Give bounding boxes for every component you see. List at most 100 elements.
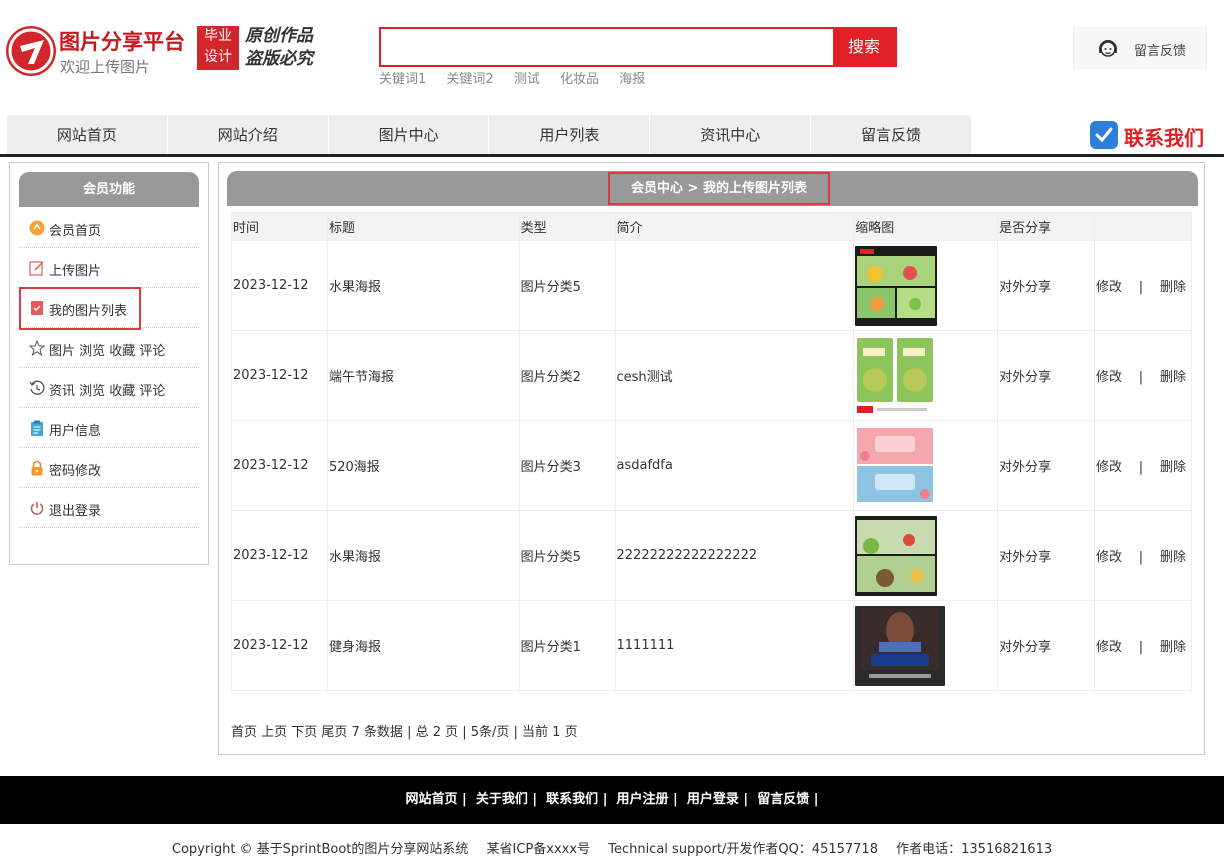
sidebar-item-my-images[interactable]: 我的图片列表: [19, 287, 199, 330]
hot-keyword-link[interactable]: 关键词1: [379, 72, 426, 87]
footer-link-login[interactable]: 用户登录: [687, 792, 739, 807]
cell-type: 图片分类1: [518, 600, 616, 691]
edit-link[interactable]: 修改: [1096, 546, 1122, 565]
footer-separator: |: [668, 792, 687, 807]
slogan-line: 盗版必究: [245, 49, 313, 69]
sidebar-item-change-password[interactable]: 密码修改: [19, 448, 199, 488]
sidebar-item-member-home[interactable]: 会员首页: [19, 208, 199, 248]
fruit-poster-thumbnail[interactable]: [855, 245, 938, 326]
cell-thumb: [853, 330, 999, 421]
cell-desc: asdafdfa: [614, 420, 855, 511]
nav-item-news[interactable]: 资讯中心: [650, 115, 812, 155]
cell-share: 对外分享: [997, 330, 1095, 421]
cell-title: 水果海报: [326, 510, 520, 601]
cell-thumb: [853, 600, 999, 691]
table-row: 2023-12-12 健身海报 图片分类1 1111111 对外分享 修改 | …: [231, 600, 1193, 691]
hot-keyword-link[interactable]: 海报: [619, 72, 645, 87]
author-phone: 作者电话：13516821613: [896, 842, 1053, 857]
footer-link-feedback[interactable]: 留言反馈: [757, 792, 809, 807]
sidebar-item-image-activity[interactable]: 图片 浏览 收藏 评论: [19, 328, 199, 368]
cell-time: 2023-12-12: [231, 420, 328, 511]
cell-time: 2023-12-12: [231, 510, 328, 601]
member-sidebar: 会员功能 会员首页 上传图片 我的图片列表 图片 浏览 收藏 评论 资讯 浏览 …: [9, 162, 209, 565]
sidebar-title: 会员功能: [19, 172, 199, 207]
nav-item-home[interactable]: 网站首页: [7, 115, 168, 155]
delete-link[interactable]: 删除: [1160, 546, 1186, 565]
search-input[interactable]: [381, 29, 833, 65]
sidebar-item-label: 图片 浏览 收藏 评论: [49, 344, 166, 359]
edit-link[interactable]: 修改: [1096, 276, 1122, 295]
sidebar-item-news-activity[interactable]: 资讯 浏览 收藏 评论: [19, 368, 199, 408]
nav-item-images[interactable]: 图片中心: [328, 115, 490, 155]
sidebar-item-user-info[interactable]: 用户信息: [19, 408, 199, 448]
cell-thumb: [853, 240, 999, 331]
tech-support: Technical support/开发作者QQ：45157718: [608, 842, 878, 857]
search-button[interactable]: 搜索: [833, 29, 895, 65]
column-header: 缩略图: [853, 212, 999, 241]
cell-type: 图片分类5: [518, 510, 616, 601]
history-icon: [29, 380, 45, 395]
my-list-icon: [31, 301, 43, 315]
feedback-button[interactable]: 留言反馈: [1073, 27, 1207, 69]
cell-type: 图片分类2: [518, 330, 616, 421]
pagination[interactable]: 首页 上页 下页 尾页 7 条数据 | 总 2 页 | 5条/页 | 当前 1 …: [231, 721, 578, 740]
footer-link-home[interactable]: 网站首页: [405, 792, 457, 807]
main-panel: 会员中心 > 我的上传图片列表 时间 标题 类型 简介 缩略图 是否分享 202…: [218, 162, 1205, 755]
action-separator: |: [1138, 550, 1144, 565]
delete-link[interactable]: 删除: [1160, 366, 1186, 385]
logo-slogan: 原创作品 盗版必究: [245, 25, 329, 71]
nav-item-users[interactable]: 用户列表: [489, 115, 651, 155]
cell-thumb: [853, 420, 999, 511]
main-nav: 网站首页 网站介绍 图片中心 用户列表 资讯中心 留言反馈: [7, 115, 972, 155]
star-icon: [29, 340, 45, 356]
fitness-poster-thumbnail[interactable]: [855, 605, 946, 686]
cell-share: 对外分享: [997, 240, 1095, 331]
site-logo[interactable]: 图片分享平台 欢迎上传图片 毕业 设计 原创作品 盗版必究: [6, 24, 336, 80]
cell-title: 520海报: [326, 420, 520, 511]
footer-link-contact[interactable]: 联系我们: [546, 792, 598, 807]
edit-link[interactable]: 修改: [1096, 456, 1122, 475]
footer-link-about[interactable]: 关于我们: [476, 792, 528, 807]
nav-item-about[interactable]: 网站介绍: [167, 115, 329, 155]
column-header: [1093, 212, 1193, 241]
sidebar-item-logout[interactable]: 退出登录: [19, 488, 199, 528]
nav-item-feedback[interactable]: 留言反馈: [811, 115, 972, 155]
cell-type: 图片分类3: [518, 420, 616, 511]
column-header: 标题: [326, 212, 520, 241]
dragon-boat-poster-thumbnail[interactable]: [855, 335, 938, 416]
footer-link-register[interactable]: 用户注册: [617, 792, 669, 807]
table-row: 2023-12-12 水果海报 图片分类5 22222222222222222: [231, 510, 1193, 601]
hot-keyword-link[interactable]: 关键词2: [446, 72, 493, 87]
logo-subtitle: 欢迎上传图片: [60, 58, 151, 76]
hot-keywords: 关键词1 关键词2 测试 化妆品 海报: [379, 68, 661, 87]
cell-time: 2023-12-12: [231, 330, 328, 421]
hot-keyword-link[interactable]: 测试: [514, 72, 540, 87]
hot-keyword-link[interactable]: 化妆品: [560, 72, 599, 87]
delete-link[interactable]: 删除: [1160, 276, 1186, 295]
fruit-poster-2-thumbnail[interactable]: [855, 515, 938, 596]
cell-time: 2023-12-12: [231, 240, 328, 331]
search-box: 搜索: [379, 27, 897, 67]
footer-separator: |: [527, 792, 547, 807]
logo-tag-line: 设计: [204, 49, 232, 65]
copyright-text: Copyright © 基于SprintBoot的图片分享网站系统: [171, 842, 469, 857]
edit-link[interactable]: 修改: [1096, 636, 1122, 655]
sidebar-item-upload[interactable]: 上传图片: [19, 248, 199, 288]
delete-link[interactable]: 删除: [1160, 456, 1186, 475]
delete-link[interactable]: 删除: [1160, 636, 1186, 655]
feedback-label: 留言反馈: [1134, 44, 1187, 59]
520-poster-thumbnail[interactable]: [855, 425, 938, 506]
footer-separator: |: [598, 792, 617, 807]
logo-title: 图片分享平台: [59, 30, 185, 54]
edit-link[interactable]: 修改: [1096, 366, 1122, 385]
power-icon: [30, 502, 44, 515]
footer-separator: |: [457, 792, 476, 807]
column-header: 简介: [614, 212, 855, 241]
column-header: 类型: [518, 212, 616, 241]
cell-actions: 修改 | 删除: [1093, 510, 1193, 601]
action-separator: |: [1138, 280, 1144, 295]
image-table: 时间 标题 类型 简介 缩略图 是否分享 2023-12-12 水果海报 图片分…: [231, 212, 1193, 691]
nav-divider: [0, 154, 1224, 157]
copyright: Copyright © 基于SprintBoot的图片分享网站系统 某省ICP备…: [0, 838, 1224, 857]
contact-us-label: 联系我们: [1124, 126, 1204, 150]
